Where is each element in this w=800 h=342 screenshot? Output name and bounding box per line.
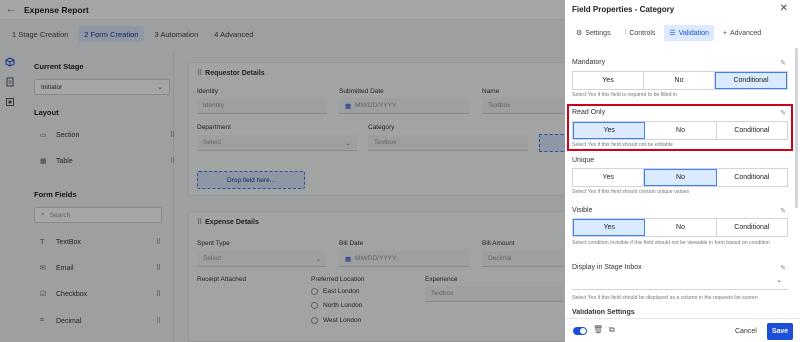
unique-hint: Select Yes if this field should contain …	[572, 189, 690, 195]
sliders-icon: ⫶	[624, 29, 627, 36]
edit-condition-icon[interactable]: ✎	[780, 207, 786, 215]
unique-toggle-group: Yes No Conditional	[572, 168, 788, 187]
mandatory-yes[interactable]: Yes	[573, 72, 644, 89]
mandatory-label: Mandatory	[572, 59, 606, 66]
copy-icon[interactable]: ⧉	[609, 325, 615, 335]
display-inbox-hint: Select Yes if this field should be displ…	[572, 295, 758, 301]
mandatory-no[interactable]: No	[644, 72, 715, 89]
close-icon[interactable]: ✕	[780, 3, 788, 14]
mandatory-hint: Select Yes if this field is required to …	[572, 92, 677, 98]
unique-yes[interactable]: Yes	[573, 169, 645, 186]
tab-label: Validation	[678, 29, 709, 37]
panel-title: Field Properties - Category	[572, 5, 675, 14]
visible-conditional[interactable]: Conditional	[716, 219, 787, 236]
scrollbar[interactable]	[795, 48, 798, 208]
tab-validation[interactable]: ☰ Validation	[664, 25, 714, 41]
save-button[interactable]: Save	[767, 323, 793, 340]
unique-conditional[interactable]: Conditional	[716, 169, 787, 186]
plus-icon: +	[722, 29, 728, 37]
trash-icon[interactable]: 🗑	[593, 325, 603, 334]
tab-label: Advanced	[730, 29, 762, 37]
panel-tabs: ⚙ Settings ⫶ Controls ☰ Validation + Advance…	[571, 25, 766, 41]
visible-toggle-group: Yes No Conditional	[572, 218, 788, 237]
tab-label: Settings	[585, 29, 611, 37]
tab-settings[interactable]: ⚙ Settings	[571, 25, 616, 41]
display-inbox-label: Display in Stage Inbox	[572, 264, 642, 271]
modal-backdrop[interactable]	[0, 0, 565, 342]
highlight-box	[567, 104, 793, 151]
chevron-down-icon: ⌄	[776, 277, 782, 284]
unique-label: Unique	[572, 157, 595, 164]
tab-label: Controls	[629, 29, 656, 37]
mandatory-conditional[interactable]: Conditional	[715, 72, 787, 89]
edit-condition-icon[interactable]: ✎	[780, 59, 786, 67]
cancel-button[interactable]: Cancel	[735, 324, 757, 339]
edit-condition-icon[interactable]: ✎	[780, 264, 786, 272]
validation-settings-heading: Validation Settings	[572, 309, 635, 316]
tab-controls[interactable]: ⫶ Controls	[620, 25, 661, 41]
gear-icon: ⚙	[576, 30, 583, 37]
enable-toggle[interactable]	[573, 327, 587, 335]
unique-no[interactable]: No	[644, 169, 717, 186]
visible-hint: Select condition Invisible if this field…	[572, 240, 770, 246]
list-icon: ☰	[669, 30, 676, 37]
field-properties-panel: Field Properties - Category ✕ ⚙ Settings …	[565, 0, 800, 342]
tab-advanced[interactable]: + Advanced	[718, 25, 766, 41]
visible-yes[interactable]: Yes	[573, 219, 646, 236]
visible-label: Visible	[572, 207, 593, 214]
display-inbox-select[interactable]: ⌄	[572, 274, 788, 290]
visible-no[interactable]: No	[645, 219, 717, 236]
mandatory-toggle-group: Yes No Conditional	[572, 71, 788, 90]
panel-footer: 🗑 ⧉ Cancel Save	[565, 318, 800, 342]
